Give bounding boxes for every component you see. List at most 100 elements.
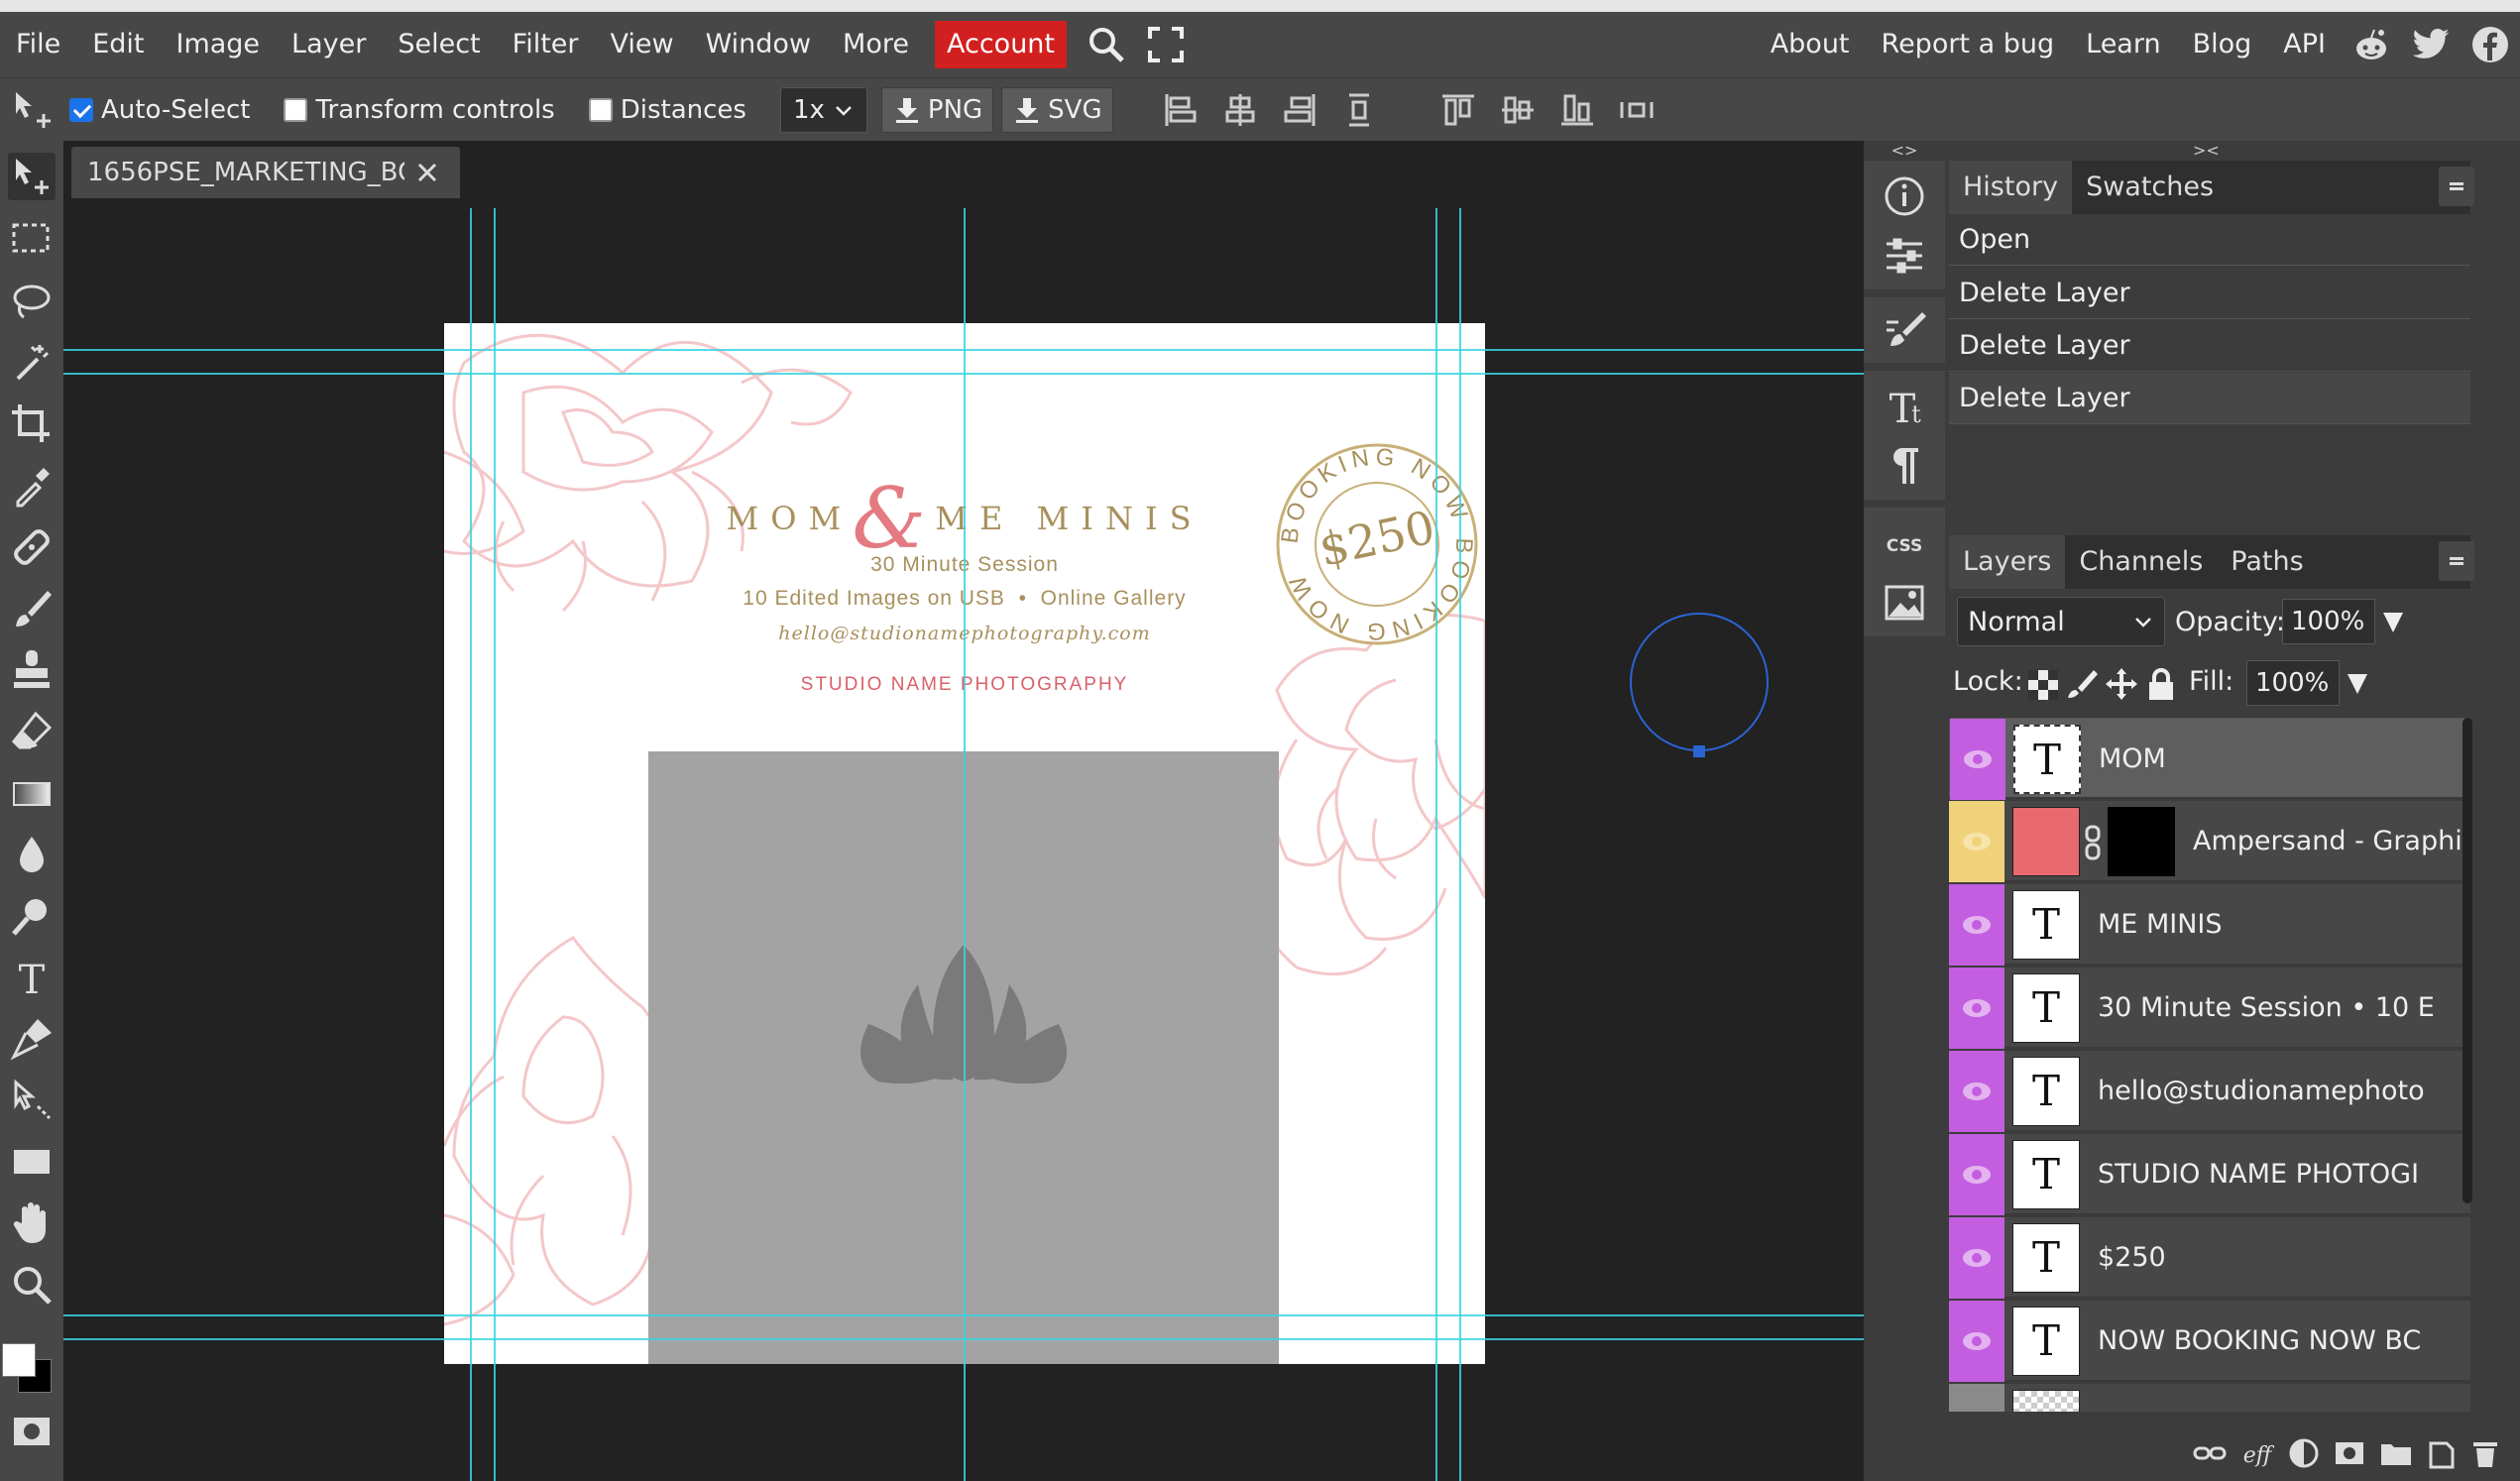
fill-dropdown-icon[interactable] (2346, 670, 2369, 696)
export-svg-button[interactable]: SVG (1001, 86, 1113, 133)
document-tab[interactable]: 1656PSE_MARKETING_BOARD (71, 147, 460, 198)
eyedropper-icon[interactable] (8, 462, 56, 510)
layers-menu-button[interactable] (2439, 541, 2474, 581)
lock-transparency-icon[interactable] (2028, 670, 2058, 700)
export-scale-select[interactable]: 1x (779, 86, 867, 133)
css-icon[interactable]: CSS (1883, 521, 1926, 565)
gradient-icon[interactable] (8, 769, 56, 817)
zoom-tool-icon[interactable] (8, 1261, 56, 1309)
quick-mask-icon[interactable] (8, 1408, 56, 1455)
link-report-bug[interactable]: Report a bug (1866, 12, 2071, 77)
guide-vertical[interactable] (964, 208, 966, 1481)
lock-all-icon[interactable] (2145, 666, 2177, 702)
guide-vertical[interactable] (1435, 208, 1437, 1481)
layer-name[interactable]: 30 Minute Session • 10 E (2098, 968, 2464, 1049)
opacity-input[interactable]: 100% (2282, 599, 2375, 644)
visibility-eye-icon[interactable] (1962, 1244, 1992, 1272)
layer-row[interactable]: T MOM (1949, 718, 2470, 800)
tab-paths[interactable]: Paths (2217, 535, 2317, 589)
facebook-icon[interactable] (2470, 25, 2510, 64)
menu-select[interactable]: Select (382, 12, 496, 77)
tab-channels[interactable]: Channels (2065, 535, 2217, 589)
tab-history[interactable]: History (1949, 161, 2073, 214)
character-icon[interactable]: Tt (1883, 383, 1926, 426)
menu-view[interactable]: View (595, 12, 690, 77)
align-center-h-icon[interactable] (1220, 90, 1260, 130)
layer-name[interactable]: hello@studionamephoto (2098, 1051, 2464, 1132)
clone-stamp-icon[interactable] (8, 646, 56, 694)
layer-name[interactable]: $250 (2098, 1217, 2464, 1299)
link-blog[interactable]: Blog (2177, 12, 2268, 77)
link-layers-icon[interactable] (2193, 1438, 2227, 1468)
pen-tool-icon[interactable] (8, 1015, 56, 1063)
eraser-icon[interactable] (8, 708, 56, 755)
new-layer-icon[interactable] (2427, 1437, 2457, 1469)
lock-position-icon[interactable] (2104, 666, 2139, 702)
align-middle-icon[interactable] (1498, 90, 1538, 130)
adjustments-icon[interactable] (1883, 234, 1926, 278)
reddit-icon[interactable] (2351, 25, 2391, 64)
magic-wand-icon[interactable] (8, 339, 56, 387)
menu-file[interactable]: File (0, 12, 76, 77)
guide-vertical[interactable] (494, 208, 496, 1481)
layer-row[interactable]: T NOW BOOKING NOW BC (1949, 1301, 2470, 1382)
layer-name[interactable]: ME MINIS (2098, 884, 2464, 966)
menu-more[interactable]: More (827, 12, 925, 77)
menu-layer[interactable]: Layer (276, 12, 382, 77)
healing-brush-icon[interactable] (8, 523, 56, 571)
layer-row[interactable]: T STUDIO NAME PHOTOGI (1949, 1134, 2470, 1215)
guide-horizontal[interactable] (63, 1314, 1864, 1316)
history-item[interactable]: Delete Layer (1949, 320, 2470, 372)
layer-name[interactable]: STUDIO NAME PHOTOGI (2098, 1134, 2464, 1215)
layer-row[interactable]: Badge - Ruled Circles - G (1949, 1384, 2470, 1412)
distribute-vertical-icon[interactable] (1339, 90, 1379, 130)
guide-vertical[interactable] (470, 208, 472, 1481)
dodge-icon[interactable] (8, 892, 56, 940)
visibility-eye-icon[interactable] (1962, 828, 1992, 855)
tab-layers[interactable]: Layers (1949, 535, 2066, 589)
brush-settings-icon[interactable] (1883, 308, 1926, 352)
expand-panel-toggle[interactable]: <> (1866, 141, 1943, 160)
twitter-icon[interactable] (2411, 25, 2451, 64)
layer-name[interactable]: Ampersand - Graphic - (2193, 801, 2470, 882)
brush-icon[interactable] (8, 585, 56, 632)
opacity-dropdown-icon[interactable] (2381, 609, 2405, 634)
visibility-eye-icon[interactable] (1962, 1078, 1992, 1105)
foreground-color-swatch[interactable] (2, 1343, 36, 1377)
account-button[interactable]: Account (934, 21, 1067, 68)
visibility-eye-icon[interactable] (1962, 911, 1992, 939)
menu-window[interactable]: Window (690, 12, 827, 77)
link-chain-icon[interactable] (2084, 825, 2102, 860)
rectangle-shape-icon[interactable] (8, 1138, 56, 1186)
layer-name[interactable]: MOM (2099, 719, 2465, 800)
visibility-eye-icon[interactable] (1962, 1161, 1992, 1189)
lock-pixels-icon[interactable] (2066, 668, 2098, 700)
crop-icon[interactable] (8, 400, 56, 448)
visibility-eye-icon[interactable] (1962, 994, 1992, 1022)
add-mask-icon[interactable] (2334, 1438, 2365, 1468)
layer-row[interactable]: Ampersand - Graphic - (1949, 801, 2470, 882)
visibility-eye-icon[interactable] (1963, 745, 1993, 773)
guide-horizontal[interactable] (63, 349, 1864, 351)
blend-mode-select[interactable]: Normal (1957, 597, 2165, 646)
adjustment-layer-icon[interactable] (2288, 1437, 2320, 1469)
guide-vertical[interactable] (1459, 208, 1461, 1481)
move-tool-icon[interactable] (8, 153, 56, 200)
booking-badge[interactable]: BOOKING NOW BOOKING NOW $250 (1273, 440, 1481, 648)
link-about[interactable]: About (1755, 12, 1866, 77)
export-png-button[interactable]: PNG (880, 86, 994, 133)
align-left-icon[interactable] (1161, 90, 1201, 130)
collapse-panel-toggle[interactable]: >< (2193, 141, 2233, 160)
fullscreen-icon[interactable] (1146, 25, 1186, 64)
layer-row[interactable]: T $250 (1949, 1217, 2470, 1299)
layer-list-scrollbar[interactable] (2463, 718, 2472, 1203)
menu-edit[interactable]: Edit (76, 12, 160, 77)
layer-row[interactable]: T hello@studionamephoto (1949, 1051, 2470, 1132)
layer-mask-thumbnail[interactable] (2108, 807, 2175, 876)
lasso-icon[interactable] (8, 278, 56, 325)
delete-layer-icon[interactable] (2470, 1437, 2500, 1469)
history-item[interactable]: Delete Layer (1949, 268, 2470, 319)
distribute-horizontal-icon[interactable] (1617, 90, 1657, 130)
align-top-icon[interactable] (1438, 90, 1478, 130)
layer-row[interactable]: T 30 Minute Session • 10 E (1949, 968, 2470, 1049)
